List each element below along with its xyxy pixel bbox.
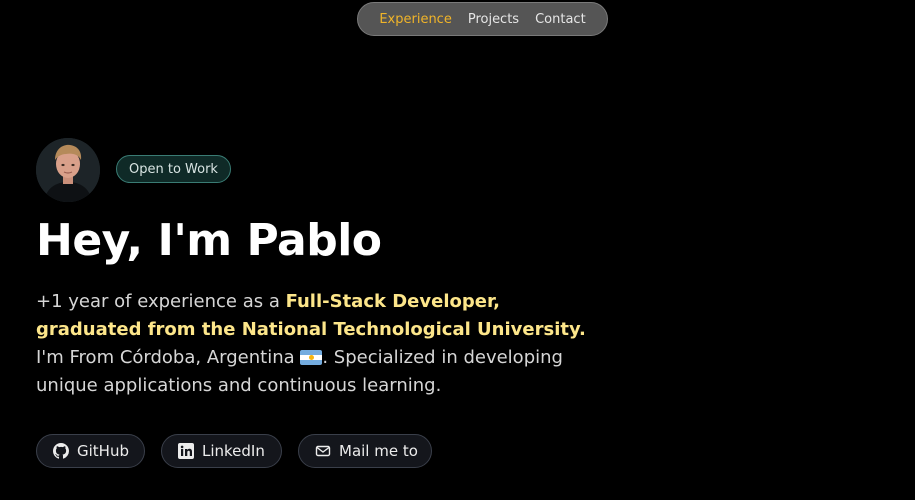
intro-part-2: I'm From Córdoba, Argentina	[36, 347, 301, 368]
intro-text: +1 year of experience as a Full-Stack De…	[36, 288, 606, 400]
nav-item-projects[interactable]: Projects	[468, 12, 519, 27]
github-button-label: GitHub	[77, 442, 129, 460]
github-icon	[53, 443, 69, 459]
avatar	[36, 138, 100, 202]
page-title: Hey, I'm Pablo	[36, 215, 382, 266]
nav-item-experience[interactable]: Experience	[379, 12, 452, 27]
linkedin-button[interactable]: LinkedIn	[161, 434, 282, 468]
nav-item-contact[interactable]: Contact	[535, 12, 586, 27]
github-button[interactable]: GitHub	[36, 434, 145, 468]
linkedin-icon	[178, 443, 194, 459]
mail-button[interactable]: Mail me to	[298, 434, 432, 468]
avatar-photo	[36, 138, 100, 202]
mail-button-label: Mail me to	[339, 442, 418, 460]
argentina-flag-icon	[300, 350, 323, 365]
top-nav: Experience Projects Contact	[357, 2, 608, 36]
intro-part-1: +1 year of experience as a	[36, 291, 286, 312]
status-badge: Open to Work	[116, 155, 231, 183]
linkedin-button-label: LinkedIn	[202, 442, 265, 460]
mail-icon	[315, 445, 331, 457]
